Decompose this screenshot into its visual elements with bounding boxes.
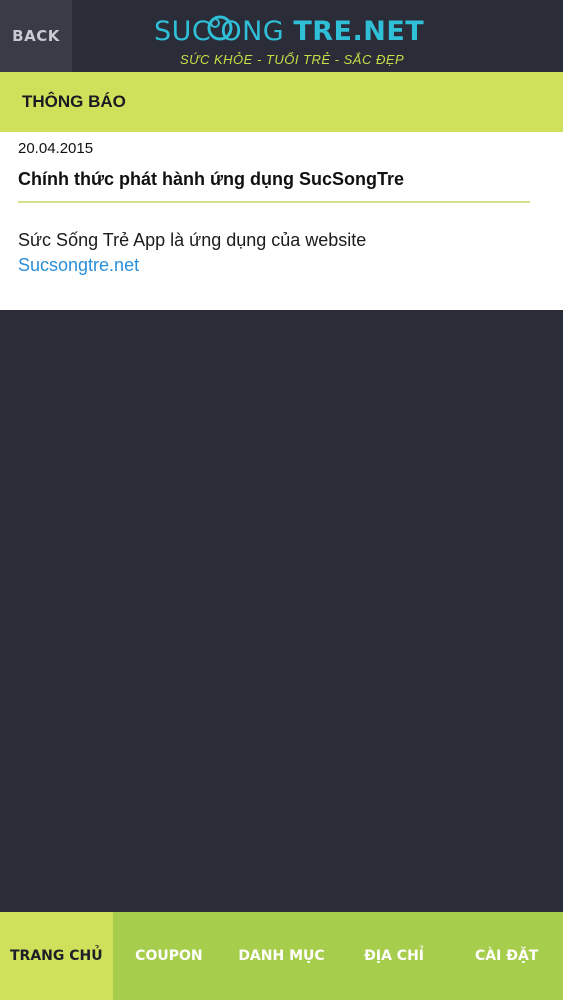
tab-dia-chi[interactable]: ĐỊA CHỈ bbox=[338, 912, 451, 1000]
logo-wordmark: SUC ONG TRE.NET bbox=[154, 16, 424, 47]
site-logo: SUC ONG TRE.NET SỨC KHỎE - TUỔI TRẺ - SẮ… bbox=[150, 10, 424, 70]
back-button[interactable]: BACK bbox=[0, 0, 72, 72]
notice-divider bbox=[18, 201, 530, 203]
logo-wordmark-a: SUC ONG bbox=[154, 16, 285, 47]
notice-card[interactable]: 20.04.2015 Chính thức phát hành ứng dụng… bbox=[0, 132, 563, 310]
section-header: THÔNG BÁO bbox=[0, 72, 563, 132]
notice-date: 20.04.2015 bbox=[18, 140, 94, 157]
logo-tagline: SỨC KHỎE - TUỔI TRẺ - SẮC ĐẸP bbox=[180, 52, 405, 67]
header-bar: BACK SUC ONG TRE.NET SỨC KHỎE - TUỔI TRẺ… bbox=[0, 0, 563, 72]
section-title: THÔNG BÁO bbox=[22, 92, 126, 111]
notice-title: Chính thức phát hành ứng dụng SucSongTre bbox=[18, 169, 405, 189]
tab-cai-dat[interactable]: CÀI ĐẶT bbox=[450, 912, 563, 1000]
notice-link[interactable]: Sucsongtre.net bbox=[18, 253, 538, 278]
bottom-tab-bar: TRANG CHỦ COUPON DANH MỤC ĐỊA CHỈ CÀI ĐẶ… bbox=[0, 912, 563, 1000]
tab-trang-chu[interactable]: TRANG CHỦ bbox=[0, 912, 113, 1000]
notice-body: Sức Sống Trẻ App là ứng dụng của website… bbox=[18, 228, 538, 278]
logo-wordmark-b: TRE.NET bbox=[293, 16, 425, 47]
notice-body-text: Sức Sống Trẻ App là ứng dụng của website bbox=[18, 230, 367, 250]
tab-coupon[interactable]: COUPON bbox=[113, 912, 226, 1000]
tab-danh-muc[interactable]: DANH MỤC bbox=[225, 912, 338, 1000]
